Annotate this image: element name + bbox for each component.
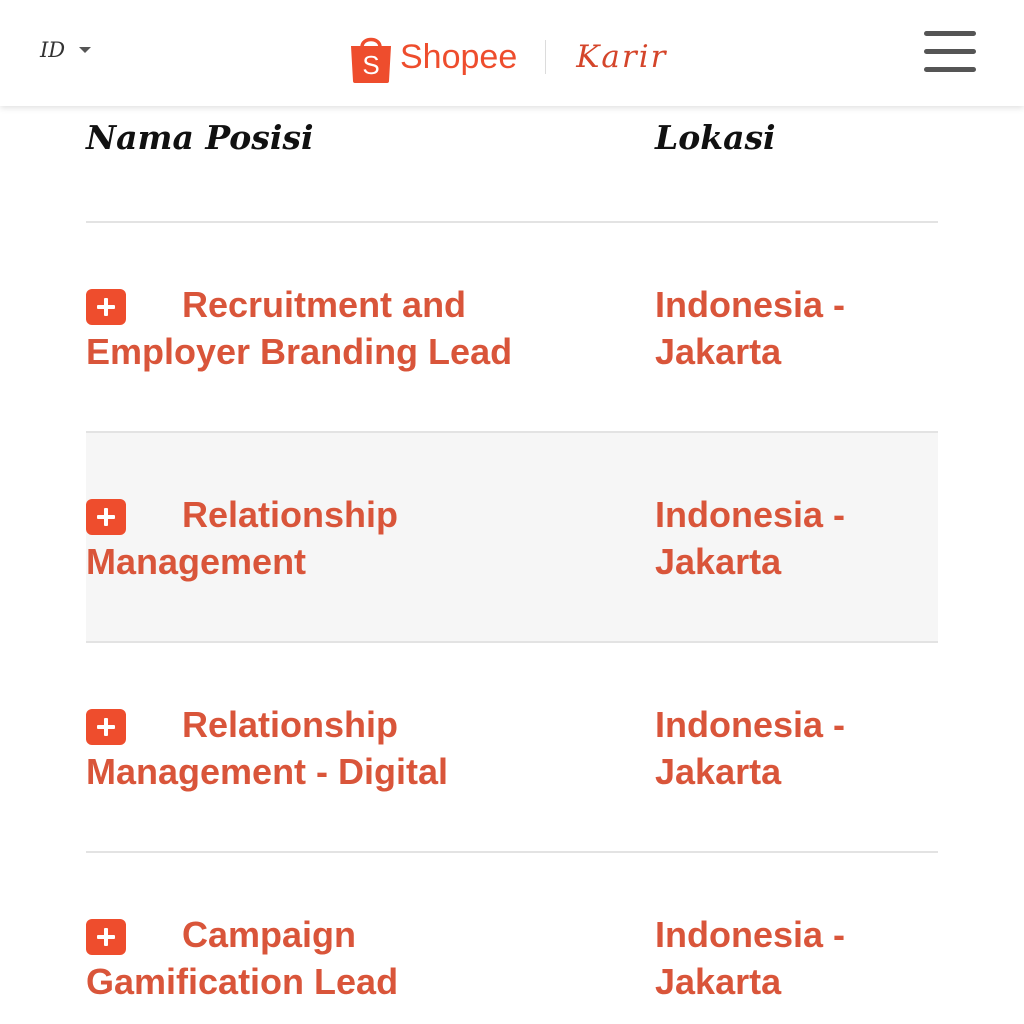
- job-list: Recruitment and Employer Branding Lead I…: [86, 221, 938, 1024]
- logo-divider: [545, 40, 547, 74]
- job-location: Indonesia - Jakarta: [655, 914, 846, 1002]
- job-title[interactable]: Relationship Management - Digital: [86, 701, 546, 795]
- svg-text:S: S: [362, 50, 379, 80]
- job-row[interactable]: Relationship Management Indonesia - Jaka…: [86, 431, 938, 641]
- language-label: ID: [40, 38, 66, 62]
- job-title[interactable]: Recruitment and Employer Branding Lead: [86, 281, 546, 375]
- section-name: Karir: [576, 39, 668, 75]
- language-selector[interactable]: ID: [40, 38, 92, 62]
- hamburger-menu-icon[interactable]: [924, 31, 976, 73]
- job-location: Indonesia - Jakarta: [655, 704, 846, 792]
- menu-bar: [924, 49, 976, 54]
- shopee-karir-logo[interactable]: S Shopee Karir: [348, 30, 667, 84]
- job-location: Indonesia - Jakarta: [655, 284, 846, 372]
- shopee-bag-icon: S: [351, 37, 391, 83]
- job-location: Indonesia - Jakarta: [655, 494, 846, 582]
- job-title[interactable]: Campaign Gamification Lead: [86, 911, 546, 1005]
- job-row[interactable]: Recruitment and Employer Branding Lead I…: [86, 221, 938, 431]
- menu-bar: [924, 67, 976, 72]
- language-caret-icon: [79, 47, 92, 53]
- column-header-position: Nama Posisi: [86, 118, 314, 157]
- job-title[interactable]: Relationship Management: [86, 491, 546, 585]
- job-row[interactable]: Relationship Management - Digital Indone…: [86, 641, 938, 851]
- job-row[interactable]: Campaign Gamification Lead Indonesia - J…: [86, 851, 938, 1024]
- brand-name: Shopee: [400, 38, 518, 76]
- column-header-location: Lokasi: [655, 118, 776, 157]
- menu-bar: [924, 31, 976, 36]
- site-header: ID S Shopee Karir: [0, 0, 1024, 106]
